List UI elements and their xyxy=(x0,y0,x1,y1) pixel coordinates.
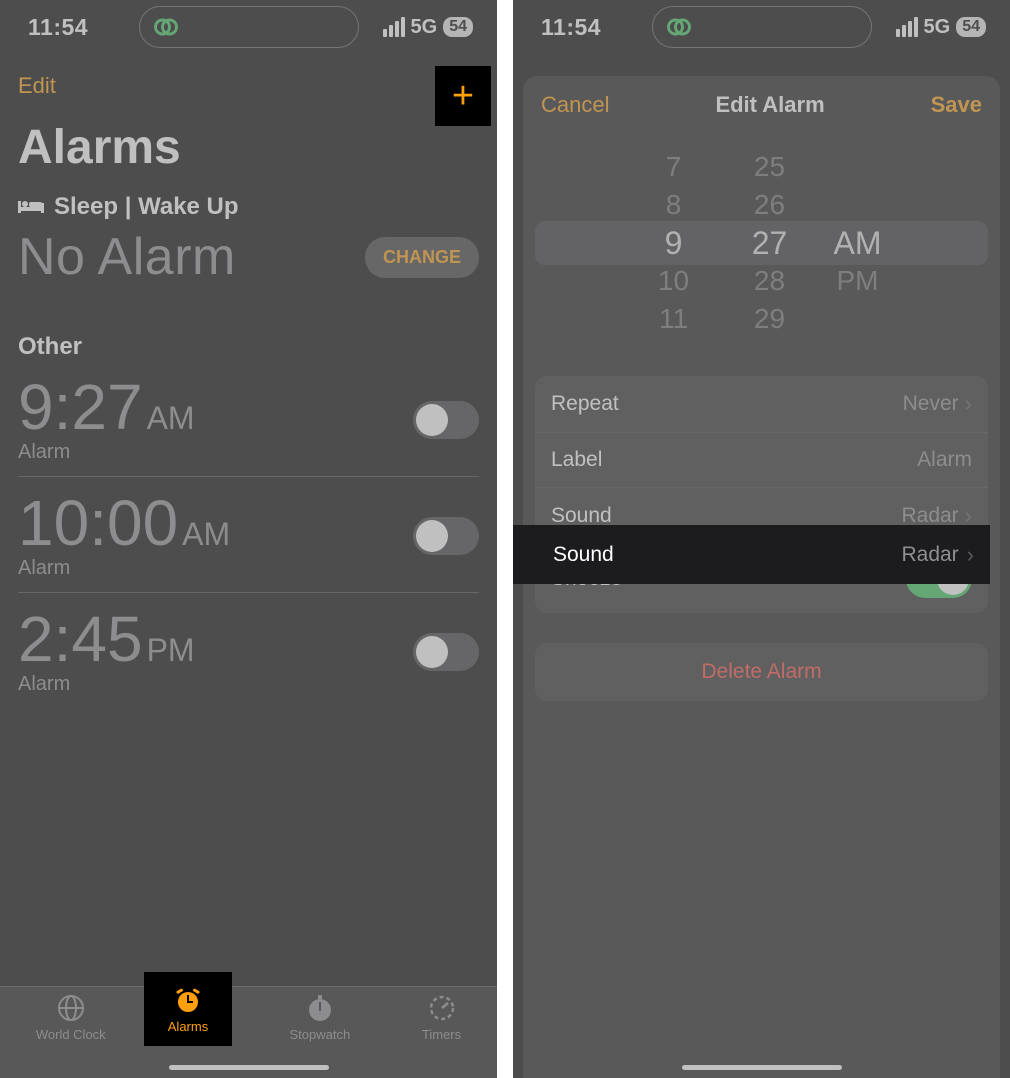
tab-timers[interactable]: Timers xyxy=(422,993,461,1042)
highlight-alarms-tab[interactable]: Alarms xyxy=(144,972,232,1046)
battery-badge: 54 xyxy=(443,17,473,37)
network-label: 5G xyxy=(924,16,951,39)
stopwatch-icon xyxy=(305,993,335,1023)
network-label: 5G xyxy=(411,16,438,39)
page-title: Alarms xyxy=(0,110,497,193)
other-section-header: Other xyxy=(18,333,479,361)
row-label: Label xyxy=(551,448,602,472)
status-bar: 11:54 5G 54 xyxy=(0,0,497,54)
row-label: Repeat xyxy=(551,392,619,416)
alarm-row[interactable]: 10:00AM Alarm xyxy=(18,477,479,593)
cancel-button[interactable]: Cancel xyxy=(541,92,609,118)
tab-stopwatch[interactable]: Stopwatch xyxy=(290,993,351,1042)
alarm-label: Alarm xyxy=(18,673,195,696)
status-time: 11:54 xyxy=(28,14,88,41)
chevron-right-icon: › xyxy=(967,542,974,568)
alarm-icon xyxy=(173,985,203,1015)
home-indicator[interactable] xyxy=(682,1065,842,1070)
alarm-toggle[interactable] xyxy=(413,401,479,439)
sheet-title: Edit Alarm xyxy=(715,92,824,118)
dynamic-island[interactable] xyxy=(139,6,359,48)
highlight-add-button[interactable]: + xyxy=(435,66,491,126)
status-right: 5G 54 xyxy=(896,16,986,39)
alarm-toggle[interactable] xyxy=(413,517,479,555)
alarm-time: 10:00 xyxy=(18,491,178,555)
change-button[interactable]: CHANGE xyxy=(365,237,479,278)
time-picker[interactable]: 7 8 9 10 11 25 26 27 28 29 AM PM xyxy=(523,138,1000,348)
chevron-right-icon: › xyxy=(965,391,972,417)
sheet-nav: Cancel Edit Alarm Save xyxy=(523,76,1000,134)
battery-badge: 54 xyxy=(956,17,986,37)
edit-button[interactable]: Edit xyxy=(18,73,56,99)
nav-bar: Edit + xyxy=(0,54,497,110)
alarm-label: Alarm xyxy=(18,441,195,464)
alarm-ampm: AM xyxy=(147,402,195,434)
row-value: Never xyxy=(903,392,959,416)
no-alarm-label: No Alarm xyxy=(18,227,236,287)
alarm-time: 9:27 xyxy=(18,375,143,439)
alarms-screen: 11:54 5G 54 Edit + Alarms Sleep | Wake U… xyxy=(0,0,497,1078)
alarm-label: Alarm xyxy=(18,557,230,580)
link-icon xyxy=(665,13,693,41)
delete-alarm-button[interactable]: Delete Alarm xyxy=(535,643,988,701)
highlight-sound-row[interactable]: Sound Radar› xyxy=(513,525,990,584)
timer-icon xyxy=(427,993,457,1023)
edit-alarm-screen: 11:54 5G 54 Cancel Edit Alarm Save 7 8 9… xyxy=(513,0,1010,1078)
alarm-time: 2:45 xyxy=(18,607,143,671)
tab-world-clock[interactable]: World Clock xyxy=(36,993,106,1042)
sleep-section-header: Sleep | Wake Up xyxy=(18,193,479,221)
status-time: 11:54 xyxy=(541,14,601,41)
sleep-header-label: Sleep | Wake Up xyxy=(54,193,239,221)
dynamic-island[interactable] xyxy=(652,6,872,48)
tab-label: World Clock xyxy=(36,1027,106,1042)
row-value: Alarm xyxy=(917,448,972,472)
signal-icon xyxy=(896,17,918,37)
tab-label: Stopwatch xyxy=(290,1027,351,1042)
status-right: 5G 54 xyxy=(383,16,473,39)
tab-bar: World Clock Alarms Stopwatch Timers xyxy=(0,986,497,1078)
status-bar: 11:54 5G 54 xyxy=(513,0,1010,54)
globe-icon xyxy=(56,993,86,1023)
save-button[interactable]: Save xyxy=(931,92,982,118)
alarm-row[interactable]: 9:27AM Alarm xyxy=(18,361,479,477)
repeat-row[interactable]: Repeat Never› xyxy=(535,376,988,433)
home-indicator[interactable] xyxy=(169,1065,329,1070)
link-icon xyxy=(152,13,180,41)
signal-icon xyxy=(383,17,405,37)
tab-label: Timers xyxy=(422,1027,461,1042)
alarm-ampm: AM xyxy=(182,518,230,550)
alarm-toggle[interactable] xyxy=(413,633,479,671)
label-row[interactable]: Label Alarm xyxy=(535,433,988,488)
alarm-ampm: PM xyxy=(147,634,195,666)
alarm-row[interactable]: 2:45PM Alarm xyxy=(18,593,479,708)
bed-icon xyxy=(18,197,44,217)
